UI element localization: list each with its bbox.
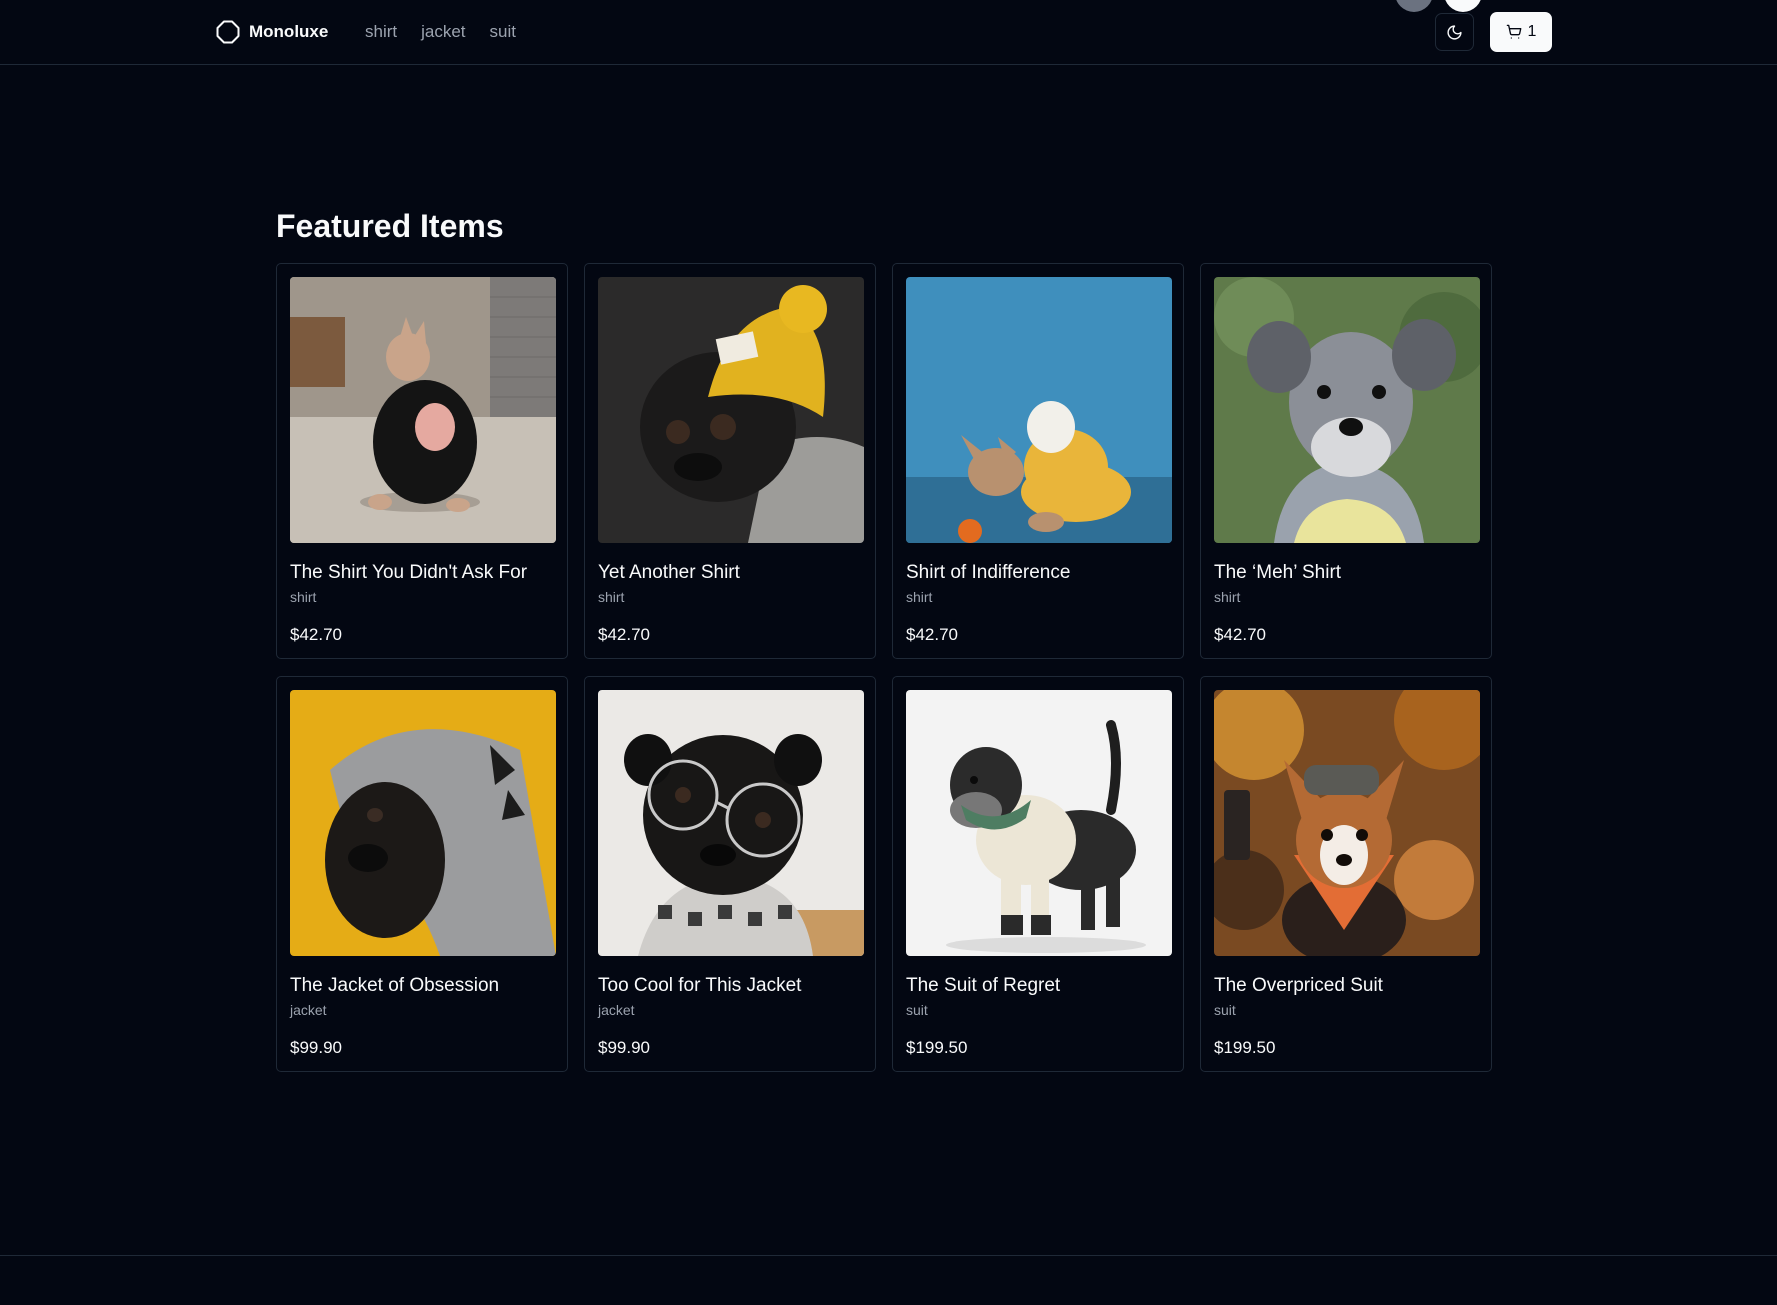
floating-dot-white <box>1444 0 1482 12</box>
product-image <box>906 690 1172 956</box>
theme-toggle-button[interactable] <box>1435 13 1474 51</box>
product-name: The Suit of Regret <box>906 975 1061 996</box>
product-name: The ‘Meh’ Shirt <box>1214 562 1342 583</box>
product-category: jacket <box>598 1002 635 1018</box>
product-card[interactable]: Shirt of Indifference shirt $42.70 <box>892 263 1184 659</box>
moon-icon <box>1447 24 1462 40</box>
product-category: suit <box>906 1002 928 1018</box>
product-price: $99.90 <box>290 1038 342 1057</box>
cart-button[interactable]: 1 <box>1490 12 1552 52</box>
nav-link-jacket[interactable]: jacket <box>421 22 465 42</box>
product-image <box>906 277 1172 543</box>
product-price: $42.70 <box>906 625 958 644</box>
site-header: Monoluxe shirt jacket suit 1 <box>0 0 1777 65</box>
product-category: shirt <box>598 589 625 605</box>
product-name: The Jacket of Obsession <box>290 975 500 996</box>
product-category: shirt <box>290 589 317 605</box>
featured-items-heading: Featured Items <box>276 208 504 244</box>
product-category: suit <box>1214 1002 1236 1018</box>
product-image <box>598 690 864 956</box>
octagon-logo-icon <box>216 20 240 44</box>
footer-divider <box>0 1255 1777 1256</box>
product-price: $199.50 <box>1214 1038 1276 1057</box>
product-image <box>1214 277 1480 543</box>
product-name: The Shirt You Didn't Ask For <box>290 562 528 583</box>
product-image <box>598 277 864 543</box>
product-image <box>1214 690 1480 956</box>
product-name: The Overpriced Suit <box>1214 975 1383 996</box>
product-image <box>290 277 556 543</box>
brand-name: Monoluxe <box>249 22 329 41</box>
cart-count: 1 <box>1527 23 1537 40</box>
nav-link-shirt[interactable]: shirt <box>365 22 397 42</box>
product-price: $199.50 <box>906 1038 968 1057</box>
product-card[interactable]: Too Cool for This Jacket jacket $99.90 <box>584 676 876 1072</box>
product-card[interactable]: The Suit of Regret suit $199.50 <box>892 676 1184 1072</box>
product-image <box>290 690 556 956</box>
product-price: $42.70 <box>290 625 342 644</box>
category-nav: shirt jacket suit <box>365 20 516 44</box>
product-card[interactable]: Yet Another Shirt shirt $42.70 <box>584 263 876 659</box>
product-card[interactable]: The ‘Meh’ Shirt shirt $42.70 <box>1200 263 1492 659</box>
product-name: Too Cool for This Jacket <box>598 975 802 996</box>
product-card[interactable]: The Shirt You Didn't Ask For shirt $42.7… <box>276 263 568 659</box>
product-card[interactable]: The Jacket of Obsession jacket $99.90 <box>276 676 568 1072</box>
product-price: $99.90 <box>598 1038 650 1057</box>
product-grid: The Shirt You Didn't Ask For shirt $42.7… <box>276 263 1492 1072</box>
floating-dot-gray <box>1395 0 1433 12</box>
product-price: $42.70 <box>598 625 650 644</box>
shopping-cart-icon <box>1506 24 1521 39</box>
brand-logo-link[interactable]: Monoluxe <box>216 20 328 44</box>
product-category: jacket <box>290 1002 327 1018</box>
nav-link-suit[interactable]: suit <box>490 22 516 42</box>
product-category: shirt <box>1214 589 1241 605</box>
product-name: Yet Another Shirt <box>598 562 740 583</box>
product-category: shirt <box>906 589 933 605</box>
product-card[interactable]: The Overpriced Suit suit $199.50 <box>1200 676 1492 1072</box>
product-price: $42.70 <box>1214 625 1266 644</box>
product-name: Shirt of Indifference <box>906 562 1071 583</box>
